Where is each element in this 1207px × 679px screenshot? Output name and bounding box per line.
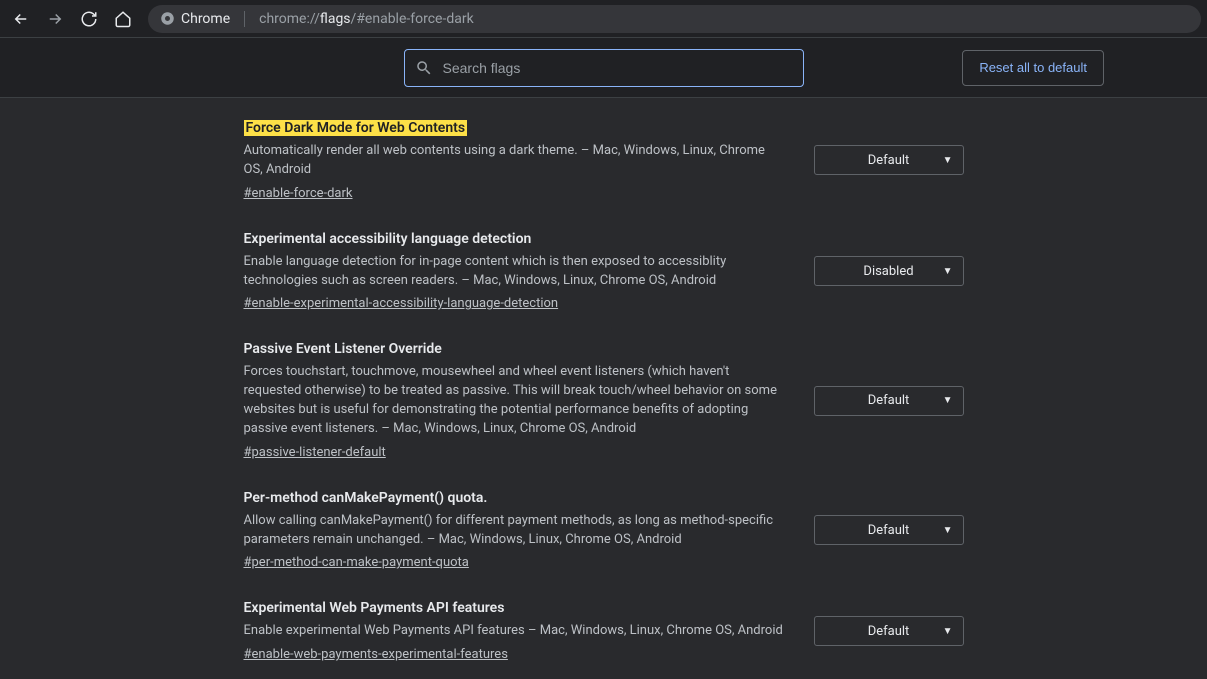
browser-toolbar: Chrome chrome://flags/#enable-force-dark [0, 0, 1207, 38]
reset-all-button[interactable]: Reset all to default [962, 50, 1104, 86]
flag-dropdown-value: Default [868, 523, 910, 538]
chevron-down-icon: ▼ [943, 525, 953, 536]
url-path: /#enable-force-dark [351, 11, 474, 27]
url-host: flags [320, 11, 351, 27]
flag-hash-link[interactable]: #enable-force-dark [244, 186, 353, 201]
flag-dropdown[interactable]: Disabled ▼ [814, 256, 964, 286]
address-divider [244, 11, 245, 27]
flag-control: Default ▼ [814, 341, 964, 459]
flag-row: Force Dark Mode for Web Contents Automat… [244, 120, 964, 231]
flag-dropdown-value: Default [868, 393, 910, 408]
flag-dropdown[interactable]: Default ▼ [814, 145, 964, 175]
search-icon [415, 59, 433, 77]
chrome-icon [160, 11, 175, 26]
flag-text: Per-method canMakePayment() quota. Allow… [244, 490, 814, 571]
flag-dropdown[interactable]: Default ▼ [814, 386, 964, 416]
chevron-down-icon: ▼ [943, 266, 953, 277]
chevron-down-icon: ▼ [943, 155, 953, 166]
flag-control: Default ▼ [814, 600, 964, 662]
flag-hash-link[interactable]: #enable-experimental-accessibility-langu… [244, 296, 559, 311]
search-input[interactable] [443, 60, 793, 76]
flag-title: Force Dark Mode for Web Contents [244, 120, 468, 136]
flag-dropdown-value: Default [868, 153, 910, 168]
flags-header: Reset all to default [0, 38, 1207, 98]
flag-hash-link[interactable]: #enable-web-payments-experimental-featur… [244, 647, 508, 662]
flag-dropdown-value: Disabled [863, 264, 913, 279]
site-chip-label: Chrome [181, 11, 230, 27]
url-scheme: chrome:// [259, 11, 320, 27]
flag-title: Experimental Web Payments API features [244, 600, 505, 616]
flag-row: Passive Event Listener Override Forces t… [244, 341, 964, 489]
flag-description: Automatically render all web contents us… [244, 142, 784, 180]
flag-description: Enable experimental Web Payments API fea… [244, 622, 784, 641]
flag-dropdown[interactable]: Default ▼ [814, 515, 964, 545]
flag-row: Experimental accessibility language dete… [244, 231, 964, 342]
flag-text: Force Dark Mode for Web Contents Automat… [244, 120, 814, 201]
flag-title: Passive Event Listener Override [244, 341, 442, 357]
flag-text: Passive Event Listener Override Forces t… [244, 341, 814, 459]
address-bar[interactable]: Chrome chrome://flags/#enable-force-dark [148, 5, 1201, 33]
chevron-down-icon: ▼ [943, 395, 953, 406]
flag-row: Experimental Web Payments API features E… [244, 600, 964, 679]
flag-description: Allow calling canMakePayment() for diffe… [244, 512, 784, 550]
flag-control: Default ▼ [814, 490, 964, 571]
flag-text: Experimental Web Payments API features E… [244, 600, 814, 662]
search-box[interactable] [404, 49, 804, 87]
flag-text: Experimental accessibility language dete… [244, 231, 814, 312]
site-chip: Chrome [160, 11, 230, 27]
chevron-down-icon: ▼ [943, 626, 953, 637]
flag-title: Per-method canMakePayment() quota. [244, 490, 488, 506]
flags-list: Force Dark Mode for Web Contents Automat… [244, 98, 964, 679]
flag-description: Forces touchstart, touchmove, mousewheel… [244, 363, 784, 438]
flag-row: Per-method canMakePayment() quota. Allow… [244, 490, 964, 601]
flag-control: Disabled ▼ [814, 231, 964, 312]
back-button[interactable] [6, 4, 36, 34]
flag-control: Default ▼ [814, 120, 964, 201]
url-text: chrome://flags/#enable-force-dark [259, 11, 474, 27]
reload-button[interactable] [74, 4, 104, 34]
forward-button[interactable] [40, 4, 70, 34]
flag-description: Enable language detection for in-page co… [244, 253, 784, 291]
flag-dropdown-value: Default [868, 624, 910, 639]
home-button[interactable] [108, 4, 138, 34]
flag-dropdown[interactable]: Default ▼ [814, 616, 964, 646]
flag-hash-link[interactable]: #passive-listener-default [244, 445, 386, 460]
flags-content: Force Dark Mode for Web Contents Automat… [0, 98, 1207, 679]
flag-hash-link[interactable]: #per-method-can-make-payment-quota [244, 555, 469, 570]
flag-title: Experimental accessibility language dete… [244, 231, 532, 247]
